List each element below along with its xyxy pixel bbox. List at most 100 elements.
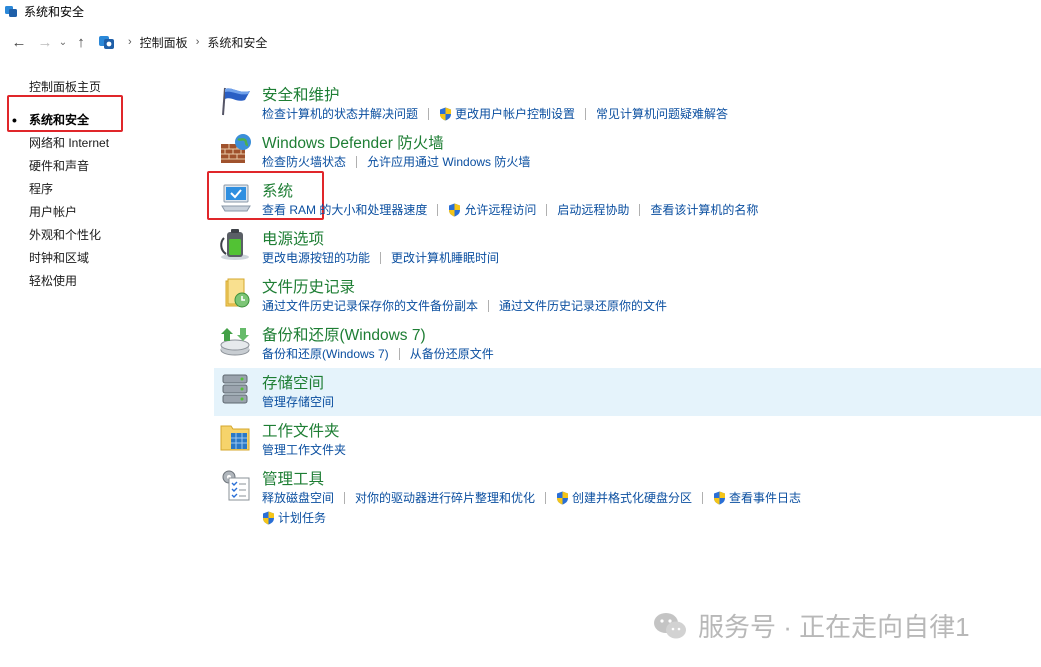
link-divider (545, 491, 547, 504)
category-work-folders: 工作文件夹 管理工作文件夹 (214, 416, 1041, 464)
uac-shield-icon (557, 491, 569, 504)
uac-shield-icon (714, 491, 726, 504)
category-title[interactable]: 存储空间 (262, 371, 324, 393)
category-title[interactable]: 备份和还原(Windows 7) (262, 323, 426, 345)
link-defragment-drives[interactable]: 对你的驱动器进行碎片整理和优化 (355, 489, 535, 506)
link-firewall-status[interactable]: 检查防火墙状态 (262, 153, 346, 170)
breadcrumb-control-panel[interactable]: 控制面板 (140, 34, 188, 51)
link-sleep-time[interactable]: 更改计算机睡眠时间 (391, 249, 499, 266)
link-computer-name[interactable]: 查看该计算机的名称 (650, 201, 758, 218)
category-title[interactable]: 系统 (262, 179, 293, 201)
link-save-backup-copies[interactable]: 通过文件历史记录保存你的文件备份副本 (262, 297, 478, 314)
sidebar-item-appearance[interactable]: 外观和个性化 (0, 224, 200, 247)
sidebar-item-user-accounts[interactable]: 用户帐户 (0, 201, 200, 224)
uac-shield-icon (449, 203, 461, 216)
link-view-event-logs[interactable]: 查看事件日志 (713, 489, 801, 506)
link-create-format-partitions[interactable]: 创建并格式化硬盘分区 (556, 489, 692, 506)
link-schedule-tasks[interactable]: 计划任务 (262, 509, 326, 526)
link-divider (437, 203, 439, 216)
link-power-button-function[interactable]: 更改电源按钮的功能 (262, 249, 370, 266)
control-panel-icon (5, 6, 17, 17)
category-links: 通过文件历史记录保存你的文件备份副本 通过文件历史记录还原你的文件 (262, 297, 667, 314)
recent-locations-button[interactable]: ⌄ (56, 31, 70, 53)
active-bullet-icon: • (12, 112, 17, 128)
category-links: 检查防火墙状态 允许应用通过 Windows 防火墙 (262, 153, 530, 170)
link-check-status[interactable]: 检查计算机的状态并解决问题 (262, 105, 418, 122)
folder-clock-icon (225, 278, 250, 308)
category-title[interactable]: 文件历史记录 (262, 275, 355, 297)
category-links: 管理存储空间 (262, 393, 334, 410)
link-view-ram-cpu[interactable]: 查看 RAM 的大小和处理器速度 (262, 201, 427, 218)
uac-shield-icon (263, 511, 274, 524)
category-firewall: Windows Defender 防火墙 检查防火墙状态 允许应用通过 Wind… (214, 128, 1041, 176)
link-allow-remote-access[interactable]: 允许远程访问 (448, 201, 536, 218)
watermark: 服务号 · 正在走向自律1 (652, 607, 970, 644)
category-title[interactable]: 工作文件夹 (262, 419, 340, 441)
window-title: 系统和安全 (24, 4, 85, 19)
admin-tools-icon (222, 470, 250, 501)
link-divider (428, 107, 430, 120)
category-title[interactable]: 安全和维护 (262, 83, 340, 105)
sidebar-item-system-security[interactable]: • 系统和安全 (0, 109, 200, 132)
category-links: 检查计算机的状态并解决问题 更改用户帐户控制设置 常见计算机问题疑难解答 (262, 105, 728, 122)
link-manage-storage-spaces[interactable]: 管理存储空间 (262, 393, 334, 410)
category-links: 备份和还原(Windows 7) 从备份还原文件 (262, 345, 494, 362)
link-label: 更改用户帐户控制设置 (455, 107, 576, 121)
category-backup-restore: 备份和还原(Windows 7) 备份和还原(Windows 7) 从备份还原文… (214, 320, 1041, 368)
control-panel-icon (99, 36, 114, 49)
navigation-bar: ← → ⌄ ↑ › 控制面板 › 系统和安全 (0, 28, 1041, 56)
breadcrumb-separator-icon[interactable]: › (196, 36, 200, 48)
link-divider (546, 203, 548, 216)
category-file-history: 文件历史记录 通过文件历史记录保存你的文件备份副本 通过文件历史记录还原你的文件 (214, 272, 1041, 320)
category-links: 管理工作文件夹 (262, 441, 346, 458)
category-links-row2: 计划任务 (262, 509, 326, 526)
link-divider (356, 155, 358, 168)
sidebar: 控制面板主页 • 系统和安全 网络和 Internet 硬件和声音 程序 用户帐… (0, 76, 200, 293)
breadcrumb-system-security[interactable]: 系统和安全 (207, 34, 267, 51)
link-free-disk-space[interactable]: 释放磁盘空间 (262, 489, 334, 506)
flag-icon (222, 87, 250, 116)
up-button[interactable]: ↑ (70, 31, 92, 53)
category-title[interactable]: 电源选项 (262, 227, 324, 249)
backup-icon (220, 328, 250, 356)
link-divider (344, 491, 346, 504)
work-folder-icon (220, 425, 250, 451)
sidebar-item-clock-region[interactable]: 时钟和区域 (0, 247, 200, 270)
category-storage-spaces[interactable]: 存储空间 管理存储空间 (214, 368, 1041, 416)
link-label: 查看事件日志 (729, 491, 802, 505)
category-title[interactable]: 管理工具 (262, 467, 324, 489)
link-divider (398, 347, 400, 360)
computer-icon (221, 184, 251, 212)
sidebar-item-hardware-sound[interactable]: 硬件和声音 (0, 155, 200, 178)
link-manage-work-folders[interactable]: 管理工作文件夹 (262, 441, 346, 458)
link-divider (488, 299, 490, 312)
sidebar-item-network[interactable]: 网络和 Internet (0, 132, 200, 155)
sidebar-item-programs[interactable]: 程序 (0, 178, 200, 201)
breadcrumb-separator-icon[interactable]: › (128, 36, 132, 48)
title-bar: 系统和安全 (0, 0, 1041, 22)
forward-button[interactable]: → (34, 31, 56, 53)
link-divider (380, 251, 382, 264)
link-divider (702, 491, 704, 504)
link-divider (585, 107, 587, 120)
link-divider (639, 203, 641, 216)
link-allow-app-firewall[interactable]: 允许应用通过 Windows 防火墙 (367, 153, 530, 170)
back-button[interactable]: ← (8, 31, 30, 53)
breadcrumb: › 控制面板 › 系统和安全 (98, 33, 267, 51)
sidebar-item-home[interactable]: 控制面板主页 (0, 76, 200, 99)
category-security-maintenance: 安全和维护 检查计算机的状态并解决问题 更改用户帐户控制设置 常见计算机问题疑难… (214, 80, 1041, 128)
link-restore-files[interactable]: 通过文件历史记录还原你的文件 (499, 297, 667, 314)
sidebar-item-ease-of-access[interactable]: 轻松使用 (0, 270, 200, 293)
category-admin-tools: 管理工具 释放磁盘空间 对你的驱动器进行碎片整理和优化 创建并格式化硬盘分区 查… (214, 464, 1041, 526)
link-troubleshoot[interactable]: 常见计算机问题疑难解答 (596, 105, 728, 122)
category-title[interactable]: Windows Defender 防火墙 (262, 131, 444, 153)
link-uac-settings[interactable]: 更改用户帐户控制设置 (439, 105, 575, 122)
sidebar-item-label: 系统和安全 (29, 113, 90, 127)
category-links: 释放磁盘空间 对你的驱动器进行碎片整理和优化 创建并格式化硬盘分区 查看事件日志 (262, 489, 801, 506)
link-backup-restore-win7[interactable]: 备份和还原(Windows 7) (262, 345, 389, 362)
link-restore-from-backup[interactable]: 从备份还原文件 (410, 345, 494, 362)
link-remote-assistance[interactable]: 启动远程协助 (557, 201, 629, 218)
wechat-icon (654, 612, 686, 638)
category-system: 系统 查看 RAM 的大小和处理器速度 允许远程访问 启动远程协助 查看该计算机… (214, 176, 1041, 224)
battery-icon (220, 229, 249, 260)
